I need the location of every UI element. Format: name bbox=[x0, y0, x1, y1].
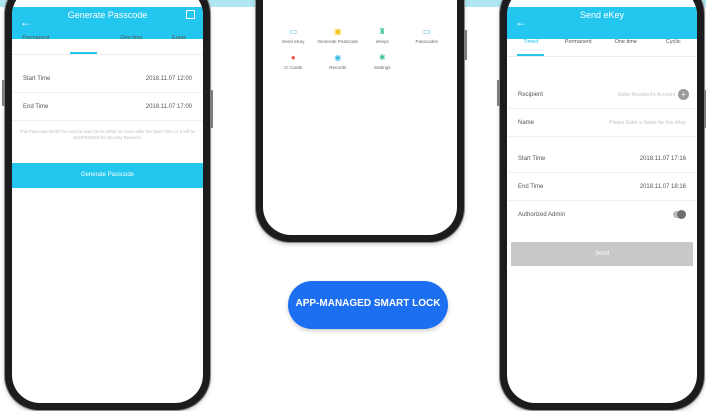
end-time-value: 2018.11.07 17:00 bbox=[145, 104, 192, 110]
start-time-value: 2018.11.07 17:16 bbox=[639, 156, 686, 162]
ic-card-icon: ● bbox=[290, 52, 296, 62]
menu-ic-cards[interactable]: ● IC Cards bbox=[271, 53, 316, 71]
ekeys-icon: ♜ bbox=[378, 27, 386, 36]
generate-passcode-button[interactable]: Generate Passcode bbox=[12, 163, 203, 188]
end-time-label: End Time bbox=[23, 104, 49, 110]
menu-label: Send eKey bbox=[282, 39, 305, 44]
menu-passcodes[interactable]: ▭ Passcodes bbox=[405, 27, 450, 45]
phone-power-button bbox=[464, 30, 467, 60]
authorized-admin-toggle[interactable] bbox=[673, 210, 686, 219]
phone-screen: ▭ Send eKey ▣ Generate Passcode ♜ eKeys … bbox=[263, 0, 457, 235]
menu-generate-passcode[interactable]: ▣ Generate Passcode bbox=[316, 27, 361, 45]
menu-label: Generate Passcode bbox=[317, 39, 359, 44]
tab-timed[interactable]: Timed bbox=[60, 27, 108, 54]
badge-text: APP-MANAGED SMART LOCK bbox=[295, 298, 441, 309]
phone-send-ekey: ← Send eKey Timed Permanent One time Cyc… bbox=[497, 0, 706, 410]
passcode-tabs: Permanent Timed One time Erase bbox=[12, 27, 203, 55]
end-time-value: 2018.11.07 18:16 bbox=[639, 184, 686, 190]
passcode-note: This Passcode MUST be used at least Once… bbox=[19, 129, 196, 140]
menu-grid: ▭ Send eKey ▣ Generate Passcode ♜ eKeys … bbox=[271, 27, 449, 70]
start-time-value: 2018.11.07 12:00 bbox=[145, 76, 192, 82]
tab-one-time[interactable]: One time bbox=[602, 27, 650, 56]
start-time-label: Start Time bbox=[518, 156, 546, 162]
settings-icon: ✱ bbox=[378, 52, 386, 62]
passcode-icon: ▣ bbox=[333, 27, 342, 36]
menu-label: Passcodes bbox=[415, 39, 438, 44]
name-label: Name bbox=[518, 120, 535, 126]
menu-settings[interactable]: ✱ Settings bbox=[360, 53, 405, 71]
menu-label: eKeys bbox=[375, 39, 389, 44]
phone-power-button bbox=[210, 90, 213, 128]
phone-screen: ← Send eKey Timed Permanent One time Cyc… bbox=[507, 0, 697, 403]
end-time-row[interactable]: End Time 2018.11.07 18:16 bbox=[507, 173, 697, 201]
authorized-admin-label: Authorized Admin bbox=[518, 212, 566, 218]
smart-lock-badge: APP-MANAGED SMART LOCK bbox=[288, 281, 448, 329]
records-icon: ◉ bbox=[334, 52, 342, 62]
end-time-label: End Time bbox=[518, 184, 544, 190]
name-input[interactable]: Please Enter a Name for this eKey bbox=[609, 120, 686, 126]
menu-label: IC Cards bbox=[284, 64, 303, 70]
tab-cyclic[interactable]: Cyclic bbox=[650, 27, 698, 56]
tab-permanent[interactable]: Permanent bbox=[12, 27, 60, 54]
phone-generate-passcode: ← Generate Passcode Permanent Timed One … bbox=[2, 0, 213, 410]
menu-label: Records bbox=[329, 64, 347, 70]
send-ekey-icon: ▭ bbox=[289, 27, 298, 36]
start-time-label: Start Time bbox=[23, 76, 51, 82]
menu-label: Settings bbox=[373, 64, 391, 70]
authorized-admin-row: Authorized Admin bbox=[507, 201, 697, 229]
tab-one-time[interactable]: One time bbox=[108, 27, 156, 54]
menu-ekeys[interactable]: ♜ eKeys bbox=[360, 27, 405, 45]
recipient-label: Recipient bbox=[518, 92, 544, 98]
tab-permanent[interactable]: Permanent bbox=[555, 27, 603, 56]
tab-erase[interactable]: Erase bbox=[155, 27, 203, 54]
phone-side-button bbox=[497, 80, 500, 106]
toggle-knob bbox=[677, 210, 686, 219]
name-row[interactable]: Name Please Enter a Name for this eKey bbox=[507, 109, 697, 137]
passcodes-icon: ▭ bbox=[422, 27, 431, 36]
start-time-row[interactable]: Start Time 2018.11.07 17:16 bbox=[507, 145, 697, 173]
recipient-input[interactable]: Enter Recipient's Account bbox=[618, 92, 675, 98]
tab-timed[interactable]: Timed bbox=[507, 27, 555, 56]
menu-send-ekey[interactable]: ▭ Send eKey bbox=[271, 27, 316, 45]
ekey-tabs: Timed Permanent One time Cyclic bbox=[507, 27, 697, 57]
phone-screen: ← Generate Passcode Permanent Timed One … bbox=[12, 0, 203, 403]
phone-home-menu: ▭ Send eKey ▣ Generate Passcode ♜ eKeys … bbox=[256, 0, 467, 242]
menu-records[interactable]: ◉ Records bbox=[316, 53, 361, 71]
start-time-row[interactable]: Start Time 2018.11.07 12:00 bbox=[12, 65, 203, 93]
recipient-row[interactable]: Recipient Enter Recipient's Account + bbox=[507, 81, 697, 109]
end-time-row[interactable]: End Time 2018.11.07 17:00 bbox=[12, 93, 203, 121]
edit-icon[interactable] bbox=[186, 10, 195, 19]
screen-title: Generate Passcode bbox=[67, 10, 148, 20]
phone-side-button bbox=[2, 80, 5, 106]
contact-icon[interactable]: + bbox=[678, 89, 689, 100]
screen-title: Send eKey bbox=[579, 10, 625, 20]
send-button[interactable]: Send bbox=[511, 242, 693, 266]
